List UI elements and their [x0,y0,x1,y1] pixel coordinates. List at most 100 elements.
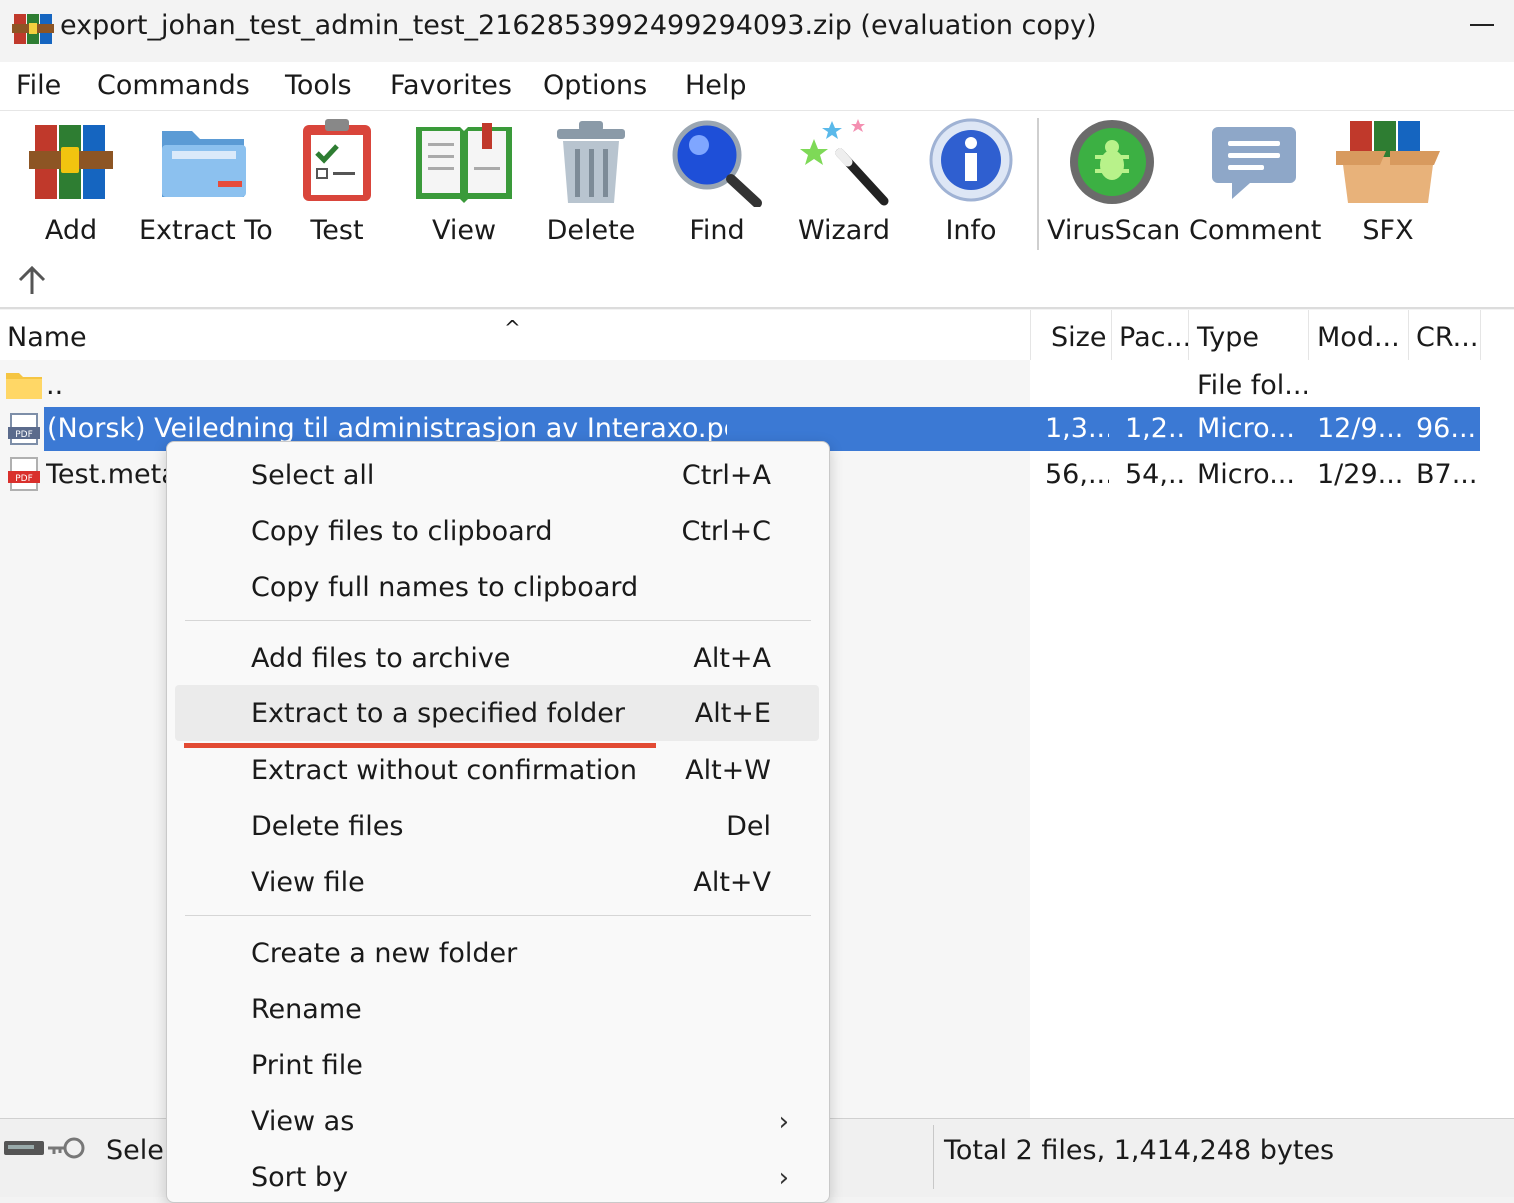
column-divider[interactable] [1308,310,1309,360]
menu-item-print-file[interactable]: Print file [175,1037,819,1093]
column-type[interactable]: Type [1197,322,1259,353]
title-bar: export_johan_test_admin_test_21628539924… [0,0,1514,60]
menu-item-extract-noconfirm[interactable]: Extract without confirmation Alt+W [175,742,819,798]
menu-commands[interactable]: Commands [97,70,250,101]
status-total-text: Total 2 files, 1,414,248 bytes [944,1135,1335,1166]
add-label: Add [44,215,98,246]
add-button[interactable]: Add [6,117,136,255]
comment-button[interactable]: Comment [1189,117,1322,255]
sfx-label: SFX [1362,215,1414,246]
menu-item-delete-files[interactable]: Delete files Del [175,798,819,854]
wizard-button[interactable]: Wizard [779,117,909,255]
row-crc: 96... [1416,413,1477,444]
column-divider[interactable] [1480,310,1481,360]
menu-item-copy-files[interactable]: Copy files to clipboard Ctrl+C [175,503,819,559]
sort-ascending-icon: ^ [504,316,521,340]
menu-item-rename[interactable]: Rename [175,981,819,1037]
menu-item-shortcut: Del [726,811,771,842]
row-type: File fol... [1197,370,1307,401]
test-label: Test [310,215,364,246]
toolbar: Add Extract To Test View Delete Find Wiz… [0,111,1514,309]
column-divider[interactable] [1408,310,1409,360]
menu-options[interactable]: Options [543,70,647,101]
find-button[interactable]: Find [652,117,782,255]
menu-item-shortcut: Alt+A [693,643,771,674]
svg-text:PDF: PDF [15,430,33,440]
menu-tools[interactable]: Tools [285,70,352,101]
menu-item-copy-names[interactable]: Copy full names to clipboard [175,559,819,615]
drive-key-icon[interactable] [4,1135,86,1161]
menu-help[interactable]: Help [685,70,747,101]
info-button[interactable]: Info [906,117,1036,255]
sfx-button[interactable]: SFX [1323,117,1453,255]
column-divider[interactable] [1111,310,1112,360]
svg-text:PDF: PDF [15,474,33,484]
context-menu: Select all Ctrl+A Copy files to clipboar… [166,441,830,1203]
delete-label: Delete [546,215,636,246]
menu-item-label: Extract without confirmation [251,755,638,786]
table-row[interactable]: .. File fol... [0,366,1480,410]
book-icon [416,123,512,203]
column-divider[interactable] [1188,310,1189,360]
menu-item-label: Extract to a specified folder [251,698,625,729]
highlight-underline [184,743,656,748]
comment-label: Comment [1189,215,1322,246]
magnifier-icon [672,120,762,207]
menu-item-sort-by[interactable]: Sort by › [175,1149,819,1202]
menu-item-extract-folder[interactable]: Extract to a specified folder Alt+E [175,685,819,741]
extract-to-label: Extract To [139,215,273,246]
folder-icon [6,373,42,399]
submenu-chevron-icon: › [778,1107,789,1137]
row-packed: 1,2... [1125,413,1187,444]
status-separator [933,1125,934,1189]
menu-file[interactable]: File [16,70,61,101]
menu-favorites[interactable]: Favorites [390,70,512,101]
menu-item-new-folder[interactable]: Create a new folder [175,925,819,981]
menu-item-label: Add files to archive [251,643,511,674]
row-size: 56,... [1045,459,1109,490]
row-name: .. [46,370,64,401]
virusscan-label: VirusScan [1047,215,1181,246]
menu-item-label: Copy files to clipboard [251,516,553,547]
pdf-file-icon: PDF [8,413,40,445]
column-modified[interactable]: Mod... [1317,322,1400,353]
add-icon [29,125,113,199]
trash-icon [557,121,625,203]
column-packed[interactable]: Pac... [1119,322,1191,353]
menu-item-label: View as [251,1106,355,1137]
menu-item-select-all[interactable]: Select all Ctrl+A [175,447,819,503]
row-modified: 1/29... [1317,459,1404,490]
delete-button[interactable]: Delete [526,117,656,255]
row-modified: 12/9... [1317,413,1404,444]
column-size[interactable]: Size [1051,322,1106,353]
menu-item-label: Select all [251,460,375,491]
magic-wand-icon [800,119,889,206]
row-type: Micro... [1197,459,1295,490]
speech-bubble-icon [1212,127,1296,199]
virusscan-button[interactable]: VirusScan [1047,117,1181,255]
column-name[interactable]: Name [7,322,87,353]
info-label: Info [945,215,997,246]
menu-bar: File Commands Tools Favorites Options He… [0,62,1514,111]
toolbar-separator [1037,118,1039,250]
menu-separator [185,620,811,621]
menu-item-label: Sort by [251,1162,349,1193]
view-button[interactable]: View [399,117,529,255]
wizard-label: Wizard [797,215,891,246]
row-packed: 54,... [1125,459,1187,490]
menu-item-view-as[interactable]: View as › [175,1093,819,1149]
row-name: Test.meta [46,459,178,490]
menu-item-view-file[interactable]: View file Alt+V [175,854,819,910]
column-divider[interactable] [1030,310,1031,360]
menu-item-add-files[interactable]: Add files to archive Alt+A [175,630,819,686]
menu-item-label: Print file [251,1050,363,1081]
up-folder-arrow-icon[interactable] [14,262,50,298]
minimize-button[interactable] [1470,24,1494,26]
column-crc[interactable]: CR... [1416,322,1478,353]
menu-item-label: View file [251,867,365,898]
info-icon [929,118,1013,202]
winrar-app-icon[interactable] [12,8,54,48]
test-button[interactable]: Test [272,117,402,255]
extract-to-button[interactable]: Extract To [139,117,273,255]
menu-item-shortcut: Alt+V [693,867,771,898]
